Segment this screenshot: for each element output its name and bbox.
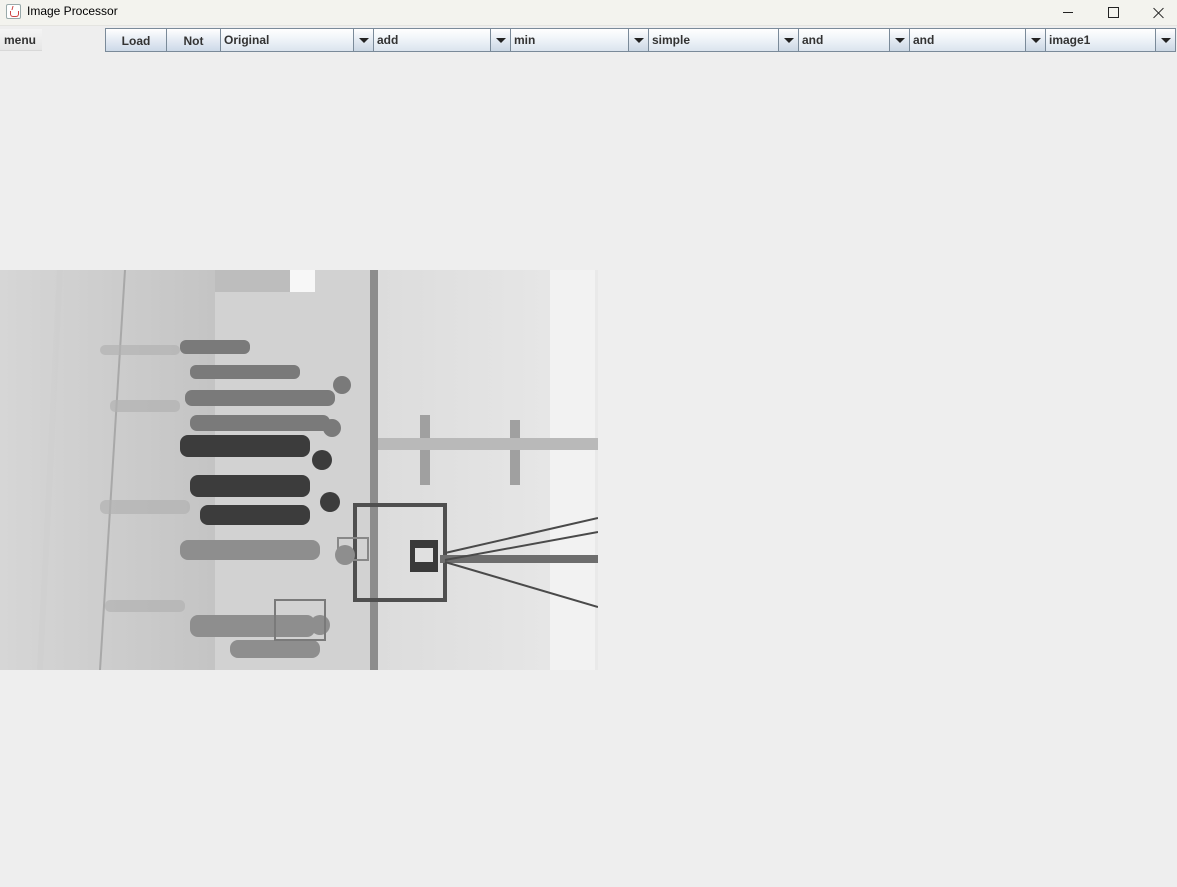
close-icon xyxy=(1153,7,1165,19)
load-button[interactable]: Load xyxy=(105,28,167,52)
chevron-down-icon[interactable] xyxy=(889,29,909,51)
logic-op-select-2[interactable]: and xyxy=(909,28,1046,52)
chevron-down-icon[interactable] xyxy=(628,29,648,51)
arithmetic-op-value: add xyxy=(377,33,399,47)
image-mode-value: Original xyxy=(224,33,270,47)
window-title: Image Processor xyxy=(27,4,118,18)
gym-photo xyxy=(0,270,598,670)
minmax-op-select[interactable]: min xyxy=(510,28,649,52)
title-bar: Image Processor xyxy=(0,0,1177,26)
menu[interactable]: menu xyxy=(0,29,42,51)
arithmetic-op-select[interactable]: add xyxy=(373,28,511,52)
maximize-button[interactable] xyxy=(1090,0,1136,25)
logic-op-select-1[interactable]: and xyxy=(798,28,910,52)
close-button[interactable] xyxy=(1136,0,1177,25)
minimize-icon xyxy=(1063,12,1073,13)
chevron-down-icon[interactable] xyxy=(778,29,798,51)
chevron-down-icon[interactable] xyxy=(1155,29,1175,51)
threshold-mode-select[interactable]: simple xyxy=(648,28,799,52)
java-cup-icon xyxy=(6,4,21,19)
chevron-down-icon[interactable] xyxy=(353,29,373,51)
image-target-select[interactable]: image1 xyxy=(1045,28,1176,52)
chevron-down-icon[interactable] xyxy=(490,29,510,51)
not-button[interactable]: Not xyxy=(166,28,221,52)
minimize-button[interactable] xyxy=(1045,0,1091,25)
minmax-op-value: min xyxy=(514,33,536,47)
image-target-value: image1 xyxy=(1049,33,1091,47)
chevron-down-icon[interactable] xyxy=(1025,29,1045,51)
image-mode-select[interactable]: Original xyxy=(220,28,374,52)
logic-op-value-1: and xyxy=(802,33,824,47)
logic-op-value-2: and xyxy=(913,33,935,47)
image-display xyxy=(0,270,598,670)
maximize-icon xyxy=(1107,7,1119,18)
threshold-mode-value: simple xyxy=(652,33,691,47)
